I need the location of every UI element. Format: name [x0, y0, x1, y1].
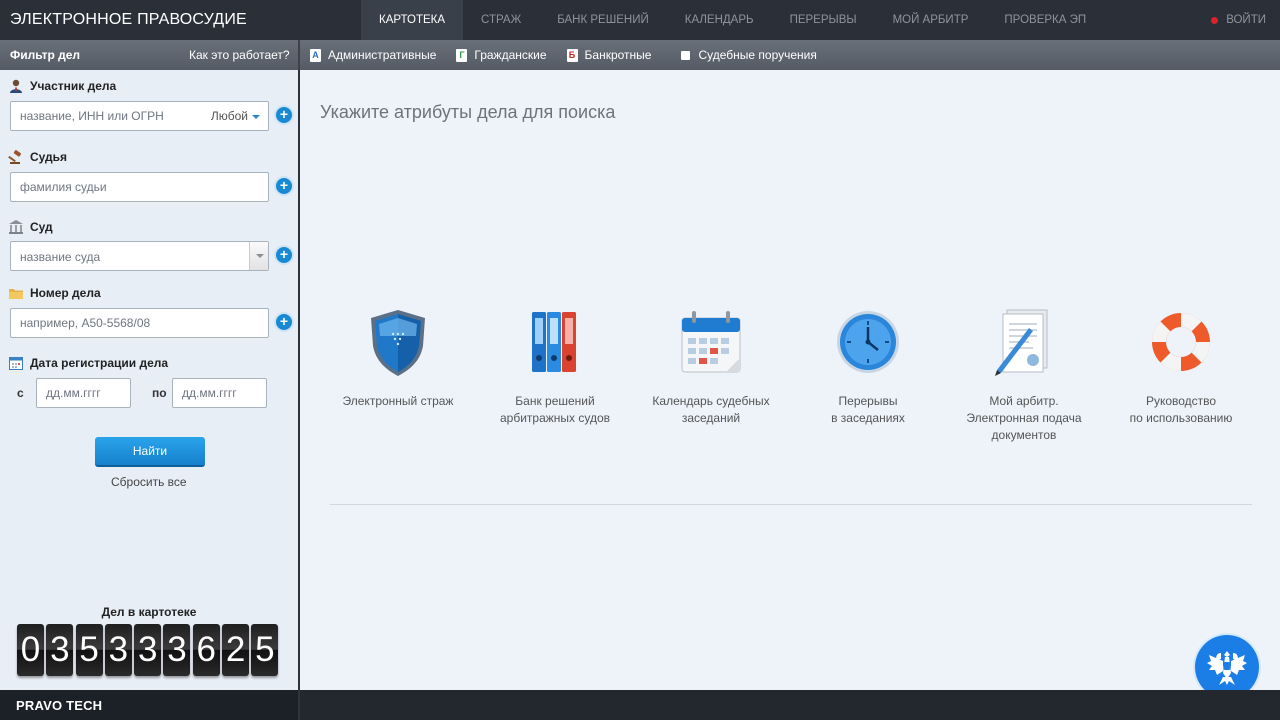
case-type-label: Судебные поручения [698, 48, 817, 62]
tile-caption: Банк решений арбитражных судов [499, 394, 611, 425]
login-label: ВОЙТИ [1226, 14, 1266, 26]
top-bar: ЭЛЕКТРОННОЕ ПРАВОСУДИЕ КАРТОТЕКА СТРАЖ Б… [0, 0, 1280, 40]
filter-title: Фильтр дел [10, 48, 81, 62]
case-type-filters: А Административные Г Гражданские Б Банкр… [310, 40, 837, 70]
case-type-label: Банкротные [584, 48, 652, 62]
judge-label: Судья [8, 149, 67, 165]
tile-decisions-bank[interactable]: Банк решений арбитражных судов [480, 306, 630, 427]
case-type-civil[interactable]: Г Гражданские [456, 48, 547, 62]
civil-badge-icon: Г [456, 48, 468, 62]
main-nav: КАРТОТЕКА СТРАЖ БАНК РЕШЕНИЙ КАЛЕНДАРЬ П… [361, 0, 1104, 40]
gavel-icon [8, 150, 22, 164]
case-counter-title: Дел в картотеке [101, 605, 197, 619]
nav-item-kartoteka[interactable]: КАРТОТЕКА [361, 0, 464, 40]
judge-input[interactable]: фамилия судьи [10, 172, 269, 202]
case-type-administrative[interactable]: А Административные [310, 48, 436, 62]
judge-placeholder: фамилия судьи [20, 180, 107, 194]
date-from-label: с [17, 386, 24, 400]
search-prompt: Укажите атрибуты дела для поиска [320, 102, 616, 122]
counter-digit: 0 [17, 624, 44, 676]
court-select[interactable]: название суда [10, 241, 269, 271]
reset-all-link[interactable]: Сбросить все [111, 475, 187, 489]
case-number-input[interactable]: например, А50-5568/08 [10, 308, 269, 338]
lifebuoy-icon [1152, 313, 1210, 371]
tile-user-guide[interactable]: Руководство по использованию [1106, 306, 1256, 427]
person-icon [10, 79, 22, 93]
folder-icon [9, 289, 23, 299]
case-type-label: Гражданские [474, 48, 547, 62]
login-link[interactable]: ВОЙТИ [1211, 0, 1266, 40]
add-case-number-button[interactable]: + [276, 314, 292, 330]
footer-right [300, 690, 1280, 720]
add-participant-button[interactable]: + [276, 107, 292, 123]
shield-icon [371, 310, 425, 376]
checkbox-icon[interactable] [681, 50, 691, 60]
nav-item-pereryvy[interactable]: ПЕРЕРЫВЫ [772, 0, 875, 40]
bankruptcy-badge-icon: Б [566, 48, 578, 62]
how-it-works-link[interactable]: Как это работает? [189, 48, 290, 62]
document-pen-icon [995, 309, 1048, 376]
tile-caption: Электронный страж [342, 394, 454, 408]
nav-item-strazh[interactable]: СТРАЖ [463, 0, 539, 40]
date-from-input[interactable]: дд.мм.гггг [36, 378, 131, 408]
nav-item-kalendar[interactable]: КАЛЕНДАРЬ [667, 0, 772, 40]
app-title[interactable]: ЭЛЕКТРОННОЕ ПРАВОСУДИЕ [10, 11, 247, 29]
participant-label: Участник дела [8, 78, 116, 94]
counter-digit: 5 [251, 624, 279, 676]
tile-breaks[interactable]: Перерывы в заседаниях [793, 306, 943, 427]
tile-my-arbiter[interactable]: Мой арбитр. Электронная подача документо… [949, 306, 1099, 444]
tile-caption: Мой арбитр. Электронная подача документо… [966, 394, 1082, 442]
case-counter: 0 3 5 3 3 3 6 2 5 [17, 624, 281, 676]
case-number-label: Номер дела [8, 285, 101, 301]
date-to-input[interactable]: дд.мм.гггг [172, 378, 267, 408]
administrative-badge-icon: А [310, 48, 321, 62]
nav-item-proverka-ep[interactable]: ПРОВЕРКА ЭП [986, 0, 1104, 40]
case-type-bankruptcy[interactable]: Б Банкротные [566, 48, 652, 62]
date-from-placeholder: дд.мм.гггг [46, 386, 101, 400]
court-placeholder: название суда [20, 250, 101, 264]
participant-role-select[interactable]: Любой [211, 109, 260, 123]
binders-icon [532, 312, 576, 372]
tile-electronic-guard[interactable]: Электронный страж [323, 306, 473, 410]
counter-digit: 3 [163, 624, 191, 676]
login-dot-icon [1211, 16, 1219, 24]
tile-caption: Руководство по использованию [1129, 394, 1233, 425]
tile-caption: Перерывы в заседаниях [831, 394, 905, 425]
participant-input[interactable]: название, ИНН или ОГРН Любой [10, 101, 269, 131]
courthouse-icon [9, 220, 23, 234]
counter-digit: 3 [46, 624, 74, 676]
participant-placeholder: название, ИНН или ОГРН [20, 109, 164, 123]
find-button[interactable]: Найти [95, 437, 205, 467]
calendar-icon [681, 311, 741, 373]
nav-item-moy-arbitr[interactable]: МОЙ АРБИТР [875, 0, 987, 40]
add-judge-button[interactable]: + [276, 178, 292, 194]
main-content: Укажите атрибуты дела для поиска Электро… [300, 70, 1280, 699]
footer-left: PRAVO TECH [0, 690, 298, 720]
counter-digit: 3 [104, 624, 132, 676]
date-to-label: по [152, 386, 167, 400]
counter-digit: 2 [222, 624, 250, 676]
counter-digit: 3 [134, 624, 162, 676]
reg-date-label: Дата регистрации дела [8, 355, 168, 371]
divider-line [330, 504, 1252, 505]
clock-icon [837, 311, 899, 373]
divider [298, 40, 300, 70]
counter-digit: 5 [75, 624, 103, 676]
footer-brand[interactable]: PRAVO TECH [16, 698, 102, 713]
calendar-small-icon [9, 357, 23, 370]
add-court-button[interactable]: + [276, 247, 292, 263]
date-to-placeholder: дд.мм.гггг [182, 386, 237, 400]
nav-item-bank-resheniy[interactable]: БАНК РЕШЕНИЙ [539, 0, 667, 40]
chevron-down-icon[interactable] [249, 242, 268, 270]
case-type-court-orders[interactable]: Судебные поручения [681, 48, 817, 62]
court-label: Суд [8, 219, 53, 235]
counter-digit: 6 [192, 624, 220, 676]
case-type-label: Административные [328, 48, 437, 62]
tile-caption: Календарь судебных заседаний [652, 394, 770, 425]
sub-bar: Фильтр дел Как это работает? А Администр… [0, 40, 1280, 70]
tile-court-calendar[interactable]: Календарь судебных заседаний [636, 306, 786, 427]
case-number-placeholder: например, А50-5568/08 [20, 316, 151, 330]
